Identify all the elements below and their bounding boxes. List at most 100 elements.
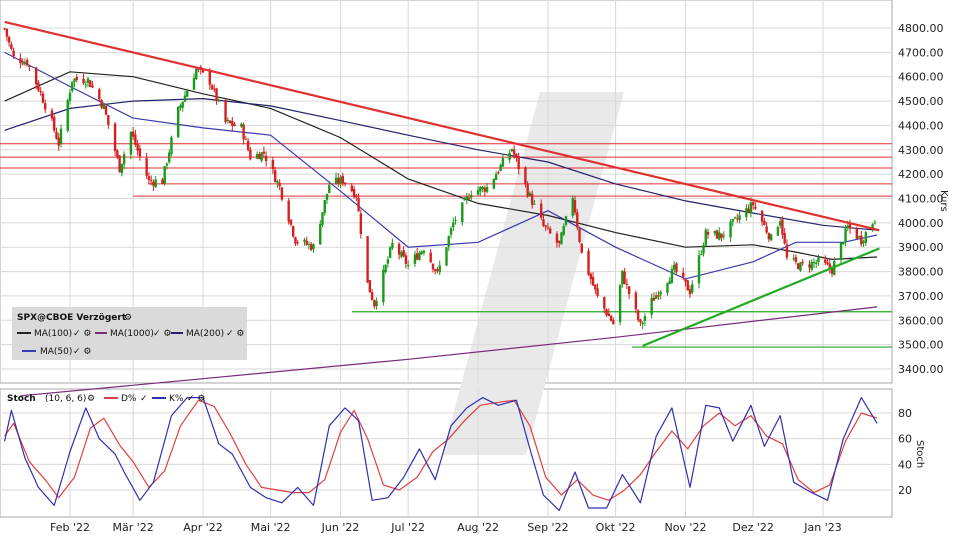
candle-body xyxy=(217,100,220,102)
candle-body xyxy=(546,227,550,229)
candle-body xyxy=(91,85,94,88)
candle-body xyxy=(402,249,405,257)
candle-body xyxy=(517,156,520,170)
candle-body xyxy=(431,263,435,270)
candle-body xyxy=(501,158,505,167)
candle-body xyxy=(21,63,24,65)
candle-body xyxy=(691,284,694,293)
chart-canvas: 3400.00 3500.00 3600.00 3700.00 3800.00 3900.… xyxy=(0,0,949,534)
candle-body xyxy=(84,84,87,86)
candle-body xyxy=(718,232,721,240)
x-tick-label: Jun '22 xyxy=(321,521,360,534)
candle-body xyxy=(321,212,324,225)
candle-body xyxy=(271,160,275,170)
candle-body xyxy=(233,124,236,126)
main-y-tick-label: 4800.00 xyxy=(898,22,944,35)
candle-body xyxy=(745,208,748,217)
main-y-tick-label: 3600.00 xyxy=(898,314,944,327)
candle-body xyxy=(560,232,563,245)
main-y-tick-label: 4100.00 xyxy=(898,193,944,206)
candle-body xyxy=(463,198,466,201)
candle-body xyxy=(627,286,631,294)
candle-body xyxy=(341,175,344,184)
ma50-check-icon[interactable]: ✓ ⚙ xyxy=(73,347,91,357)
candle-body xyxy=(116,150,119,158)
candle-body xyxy=(675,263,678,273)
candle-body xyxy=(100,100,103,108)
candle-body xyxy=(420,251,423,255)
candle-body xyxy=(170,137,173,154)
candle-body xyxy=(413,254,417,264)
candle-body xyxy=(688,289,692,295)
ma100-check-icon[interactable]: ✓ ⚙ xyxy=(73,329,91,339)
stoch-axis-title: Stoch xyxy=(914,440,925,468)
candle-body xyxy=(280,187,284,200)
candle-body xyxy=(808,264,811,268)
candle-body xyxy=(323,200,326,213)
candle-body xyxy=(799,262,802,271)
ma200-check-icon[interactable]: ✓ ⚙ xyxy=(226,329,244,339)
candle-body xyxy=(720,233,723,238)
candle-body xyxy=(812,262,816,264)
candle-body xyxy=(760,210,764,222)
ma100-label: MA(100) xyxy=(34,329,72,339)
candle-body xyxy=(334,177,338,184)
candle-body xyxy=(686,280,689,291)
candle-body xyxy=(386,259,390,264)
candle-body xyxy=(452,222,455,228)
candle-body xyxy=(864,232,868,243)
candle-body xyxy=(564,216,568,225)
candle-body xyxy=(406,264,410,266)
candle-body xyxy=(66,100,69,131)
main-y-tick-label: 3500.00 xyxy=(898,339,944,352)
candle-body xyxy=(391,242,394,249)
candle-body xyxy=(134,134,137,145)
candle-body xyxy=(587,250,590,275)
candle-body xyxy=(621,270,624,285)
stoch-k-label: K% xyxy=(169,394,184,404)
candle-body xyxy=(704,229,707,246)
stoch-k-check-icon[interactable]: ✓ ⚙ xyxy=(187,394,205,404)
candle-body xyxy=(240,123,243,127)
candle-body xyxy=(138,148,142,157)
candle-body xyxy=(242,124,245,140)
candle-body xyxy=(589,273,592,280)
candle-body xyxy=(122,154,126,165)
candle-body xyxy=(454,220,457,222)
candle-body xyxy=(355,195,358,198)
candle-body xyxy=(781,219,784,235)
candle-body xyxy=(224,99,227,122)
candle-body xyxy=(530,193,534,205)
candle-body xyxy=(246,140,250,150)
main-y-tick-label: 4500.00 xyxy=(898,95,944,108)
stoch-y-tick-label: 20 xyxy=(898,484,912,497)
candle-body xyxy=(526,184,529,197)
candle-body xyxy=(161,179,164,184)
candle-body xyxy=(260,152,263,161)
candle-body xyxy=(343,182,347,184)
candle-body xyxy=(86,78,90,83)
candle-body xyxy=(50,110,54,119)
candle-body xyxy=(797,263,800,270)
candle-body xyxy=(623,271,626,284)
candle-body xyxy=(815,262,818,264)
stoch-d-check-icon[interactable]: ✓ xyxy=(140,394,148,404)
candle-body xyxy=(107,115,110,125)
candle-body xyxy=(210,85,214,90)
ma200-label: MA(200) xyxy=(186,329,224,339)
candle-body xyxy=(258,154,261,160)
main-legend-title-icon[interactable]: ⚙ xyxy=(124,313,132,323)
x-tick-label: Feb '22 xyxy=(50,521,90,534)
ma1000-check-icon[interactable]: ✓ ⚙ xyxy=(153,329,171,339)
candle-body xyxy=(542,219,545,226)
candle-body xyxy=(731,219,735,222)
candle-body xyxy=(603,297,606,309)
candle-body xyxy=(215,88,218,102)
candle-body xyxy=(249,149,252,160)
candle-body xyxy=(571,198,574,216)
candle-body xyxy=(736,218,739,220)
candle-body xyxy=(697,255,701,284)
stoch-settings-icon[interactable]: ⚙ xyxy=(87,394,95,404)
candle-body xyxy=(149,180,153,182)
candle-body xyxy=(319,224,322,245)
